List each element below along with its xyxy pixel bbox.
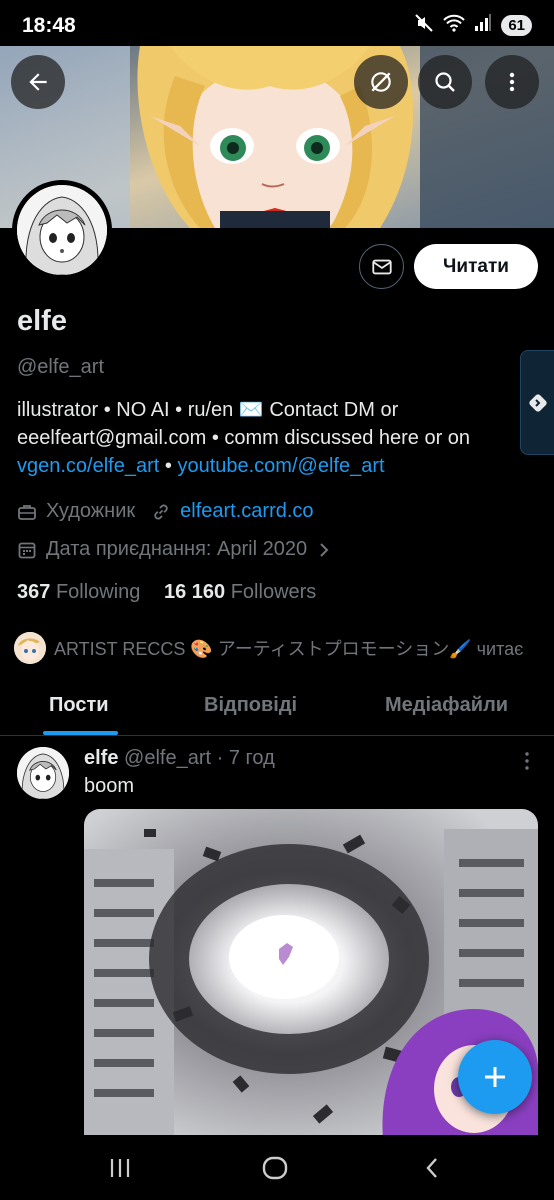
home-icon bbox=[262, 1156, 288, 1180]
tab-posts[interactable]: Пости bbox=[49, 694, 109, 717]
mute-icon bbox=[414, 13, 434, 38]
post-author-name[interactable]: elfe bbox=[84, 747, 118, 769]
more-vertical-icon bbox=[525, 752, 529, 770]
joined-row[interactable]: Дата приєднання: April 2020 bbox=[17, 538, 340, 561]
following-link[interactable]: 367 Following bbox=[17, 581, 140, 603]
profession-label: Художник bbox=[46, 500, 136, 522]
bio-link-youtube[interactable]: youtube.com/@elfe_art bbox=[177, 455, 384, 477]
grok-button[interactable] bbox=[354, 55, 408, 109]
post-author-avatar[interactable] bbox=[17, 747, 69, 799]
following-count: 367 bbox=[17, 581, 51, 603]
post-text: boom bbox=[84, 775, 135, 797]
side-panel-handle[interactable] bbox=[520, 350, 554, 455]
follow-button[interactable]: Читати bbox=[414, 244, 538, 289]
message-button[interactable] bbox=[359, 244, 404, 289]
link-icon bbox=[151, 502, 171, 522]
status-icons: 61 bbox=[414, 13, 532, 38]
back-button[interactable] bbox=[11, 55, 65, 109]
followers-label: Followers bbox=[230, 581, 317, 603]
follower-avatar bbox=[14, 632, 46, 664]
system-back-button[interactable] bbox=[412, 1153, 452, 1183]
search-button[interactable] bbox=[418, 55, 472, 109]
display-name: elfe bbox=[17, 305, 67, 337]
search-icon bbox=[435, 72, 455, 92]
compose-post-button[interactable] bbox=[458, 1040, 532, 1114]
status-bar: 18:48 61 bbox=[0, 0, 554, 46]
following-label: Following bbox=[55, 581, 141, 603]
bio-separator: • bbox=[159, 455, 178, 477]
signal-icon bbox=[474, 14, 492, 37]
tab-media[interactable]: Медіафайли bbox=[385, 694, 508, 717]
profile-meta-row: Художник elfeart.carrd.co bbox=[17, 500, 314, 523]
post-time: 7 год bbox=[228, 747, 275, 769]
recent-apps-button[interactable] bbox=[100, 1153, 140, 1183]
envelope-icon bbox=[371, 259, 392, 274]
more-options-button[interactable] bbox=[485, 55, 539, 109]
post-header: elfe @elfe_art · 7 год bbox=[84, 747, 275, 770]
avatar-artwork bbox=[17, 185, 107, 275]
system-navigation-bar bbox=[0, 1135, 554, 1200]
follow-counts: 367 Following 16 160 Followers bbox=[17, 581, 316, 604]
bio-link-vgen[interactable]: vgen.co/elfe_art bbox=[17, 455, 159, 477]
calendar-icon bbox=[17, 540, 37, 560]
chevron-left-icon bbox=[426, 1158, 437, 1178]
followers-count: 16 160 bbox=[163, 581, 226, 603]
grok-icon bbox=[371, 72, 391, 92]
profile-avatar[interactable] bbox=[12, 180, 112, 280]
post-more-button[interactable] bbox=[522, 751, 532, 776]
wifi-icon bbox=[443, 14, 466, 37]
profile-handle: @elfe_art bbox=[17, 356, 105, 378]
followers-link[interactable]: 16 160 Followers bbox=[164, 581, 316, 603]
bio-text: illustrator • NO AI • ru/en ✉️ Contact D… bbox=[17, 399, 471, 449]
edge-panel-icon bbox=[528, 393, 547, 412]
plus-icon bbox=[485, 1067, 505, 1087]
followed-by-row[interactable]: ARTIST RECCS 🎨 アーティストプロモーション🖌️ читає bbox=[14, 632, 523, 664]
profile-bio: illustrator • NO AI • ru/en ✉️ Contact D… bbox=[17, 396, 527, 480]
battery-indicator: 61 bbox=[501, 15, 532, 36]
briefcase-icon bbox=[17, 502, 37, 522]
post-separator: · bbox=[216, 747, 224, 769]
post-author-handle: @elfe_art bbox=[124, 747, 212, 769]
joined-date: Дата приєднання: April 2020 bbox=[46, 538, 308, 560]
home-button[interactable] bbox=[255, 1153, 295, 1183]
arrow-left-icon bbox=[29, 73, 47, 91]
chevron-right-icon bbox=[317, 541, 331, 559]
followed-by-text: ARTIST RECCS 🎨 アーティストプロモーション🖌️ читає bbox=[54, 639, 524, 659]
tab-replies[interactable]: Відповіді bbox=[204, 694, 297, 717]
active-tab-indicator bbox=[43, 731, 118, 735]
profile-tabs: Пости Відповіді Медіафайли bbox=[0, 678, 554, 736]
website-link[interactable]: elfeart.carrd.co bbox=[180, 500, 313, 523]
more-vertical-icon bbox=[509, 72, 515, 92]
recents-icon bbox=[110, 1159, 130, 1177]
status-time: 18:48 bbox=[22, 14, 76, 37]
